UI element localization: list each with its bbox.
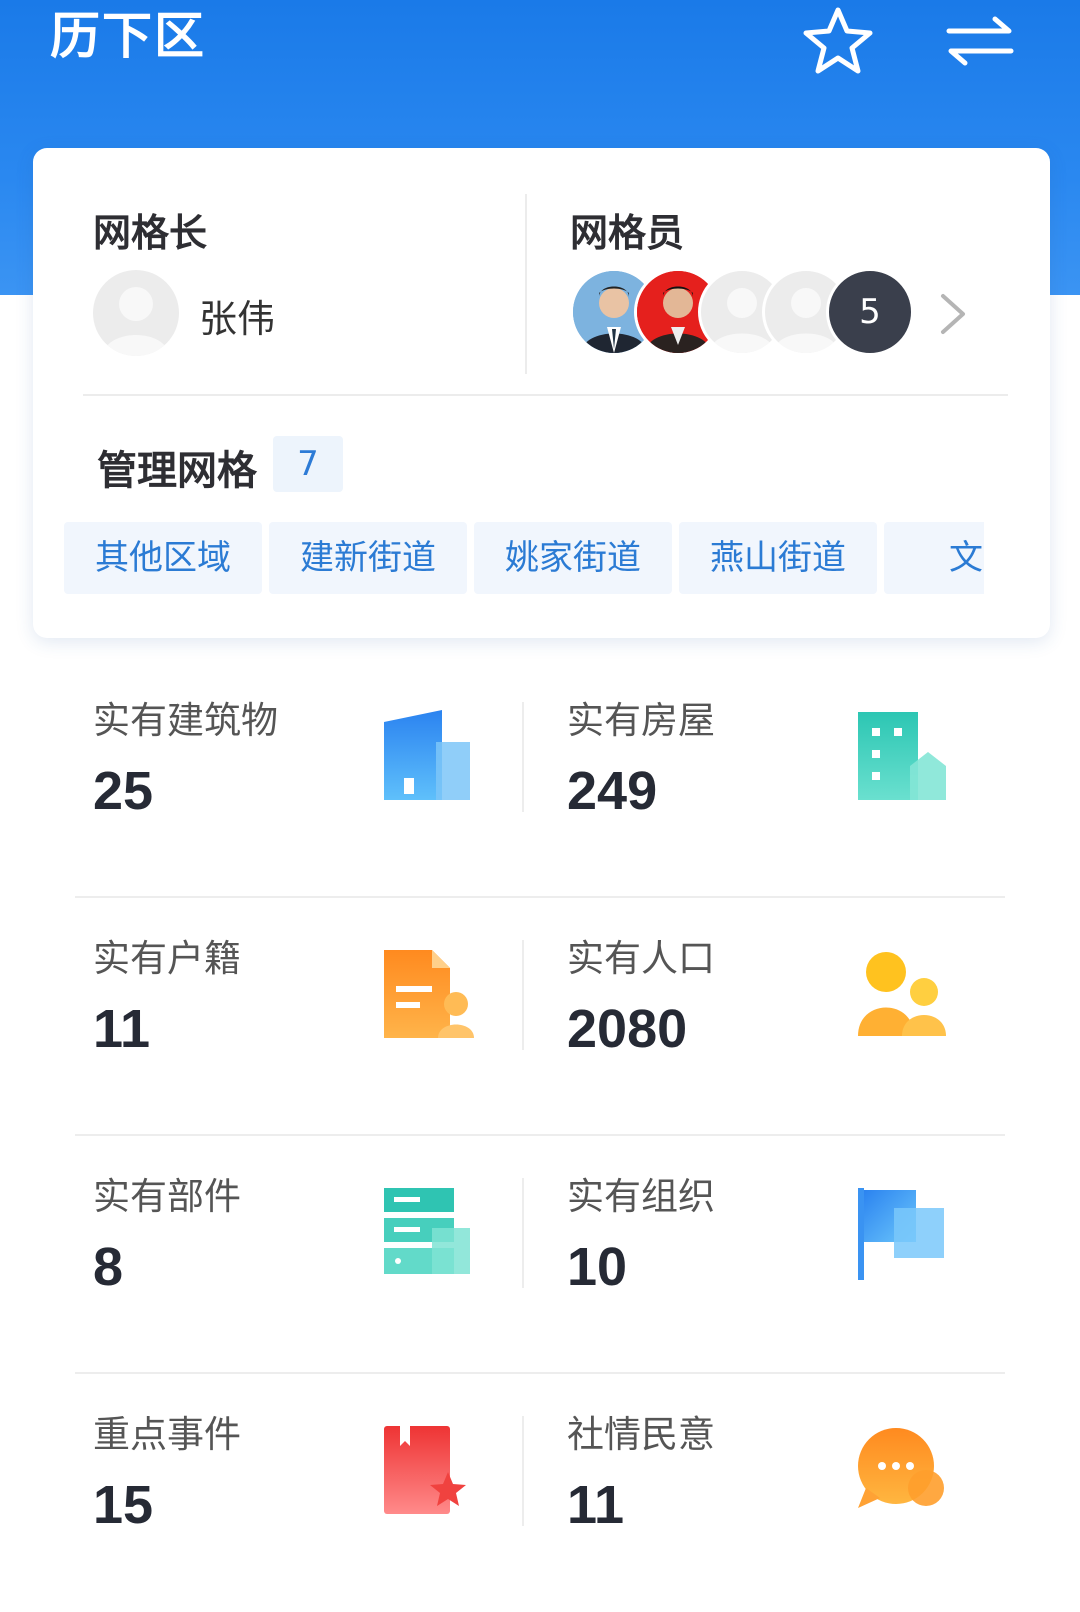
- page-title: 历下区: [50, 7, 206, 65]
- stat-value: 249: [567, 761, 658, 821]
- divider: [522, 1178, 524, 1288]
- flag-icon: [854, 1184, 949, 1284]
- stat-value: 11: [567, 1475, 625, 1535]
- chat-bubble-icon: [854, 1422, 949, 1522]
- stats-row: 实有部件 8 实有组织 10: [75, 1136, 1005, 1374]
- divider: [522, 940, 524, 1050]
- stat-value: 2080: [567, 999, 688, 1059]
- house-icon: [854, 708, 949, 808]
- grid-chip-list: 其他区域建新街道姚家街道燕山街道文东: [64, 522, 984, 594]
- stat-value: 15: [93, 1475, 154, 1535]
- stat-label: 实有人口: [567, 937, 715, 980]
- member-count-badge: 5: [826, 268, 914, 356]
- building-icon: [380, 708, 475, 808]
- people-icon: [854, 946, 949, 1046]
- grid-chip[interactable]: 文东: [884, 522, 984, 594]
- avatar: [93, 270, 179, 356]
- server-icon: [380, 1184, 475, 1284]
- managed-grid-count: 7: [273, 436, 343, 492]
- stats-row: 实有建筑物 25 实有房屋 249: [75, 660, 1005, 898]
- divider: [525, 194, 527, 374]
- stat-organizations[interactable]: 实有组织 10: [549, 1136, 989, 1372]
- stat-value: 25: [93, 761, 154, 821]
- stat-value: 10: [567, 1237, 628, 1297]
- grid-info-card: 网格长 张伟 网格员 5 管理网格 7 其他区域 建新街道 姚家街道 燕山街道 …: [33, 148, 1050, 638]
- document-person-icon: [380, 946, 475, 1046]
- stat-components[interactable]: 实有部件 8: [75, 1136, 515, 1372]
- stat-label: 社情民意: [567, 1413, 715, 1456]
- grid-chip[interactable]: 姚家街道: [474, 522, 672, 594]
- stat-label: 重点事件: [93, 1413, 241, 1456]
- stat-label: 实有房屋: [567, 699, 715, 742]
- switch-arrows-icon[interactable]: [940, 2, 1020, 80]
- stats-row: 实有户籍 11 实有人口 2080: [75, 898, 1005, 1136]
- stat-houses[interactable]: 实有房屋 249: [549, 660, 989, 896]
- star-icon[interactable]: [798, 2, 878, 80]
- grid-chip[interactable]: 燕山街道: [679, 522, 877, 594]
- stat-label: 实有部件: [93, 1175, 241, 1218]
- stats-row: 重点事件 15 社情民意 11: [75, 1374, 1005, 1612]
- stat-household-registers[interactable]: 实有户籍 11: [75, 898, 515, 1134]
- managed-grid-label: 管理网格: [97, 448, 257, 494]
- bookmark-star-icon: [380, 1422, 475, 1522]
- stat-label: 实有建筑物: [93, 699, 278, 742]
- stat-label: 实有组织: [567, 1175, 715, 1218]
- stat-key-events[interactable]: 重点事件 15: [75, 1374, 515, 1610]
- stat-label: 实有户籍: [93, 937, 241, 980]
- grid-member-label: 网格员: [570, 211, 685, 255]
- stat-population[interactable]: 实有人口 2080: [549, 898, 989, 1134]
- stat-value: 8: [93, 1237, 124, 1297]
- divider: [83, 394, 1008, 396]
- grid-leader-label: 网格长: [93, 211, 208, 255]
- grid-leader-name: 张伟: [199, 297, 276, 341]
- divider: [522, 702, 524, 812]
- chevron-right-icon[interactable]: [933, 286, 973, 342]
- grid-chip[interactable]: 其他区域: [64, 522, 262, 594]
- member-avatars[interactable]: 5: [570, 268, 930, 360]
- divider: [522, 1416, 524, 1526]
- stat-buildings[interactable]: 实有建筑物 25: [75, 660, 515, 896]
- stat-value: 11: [93, 999, 151, 1059]
- stat-public-opinion[interactable]: 社情民意 11: [549, 1374, 989, 1610]
- grid-chip[interactable]: 建新街道: [269, 522, 467, 594]
